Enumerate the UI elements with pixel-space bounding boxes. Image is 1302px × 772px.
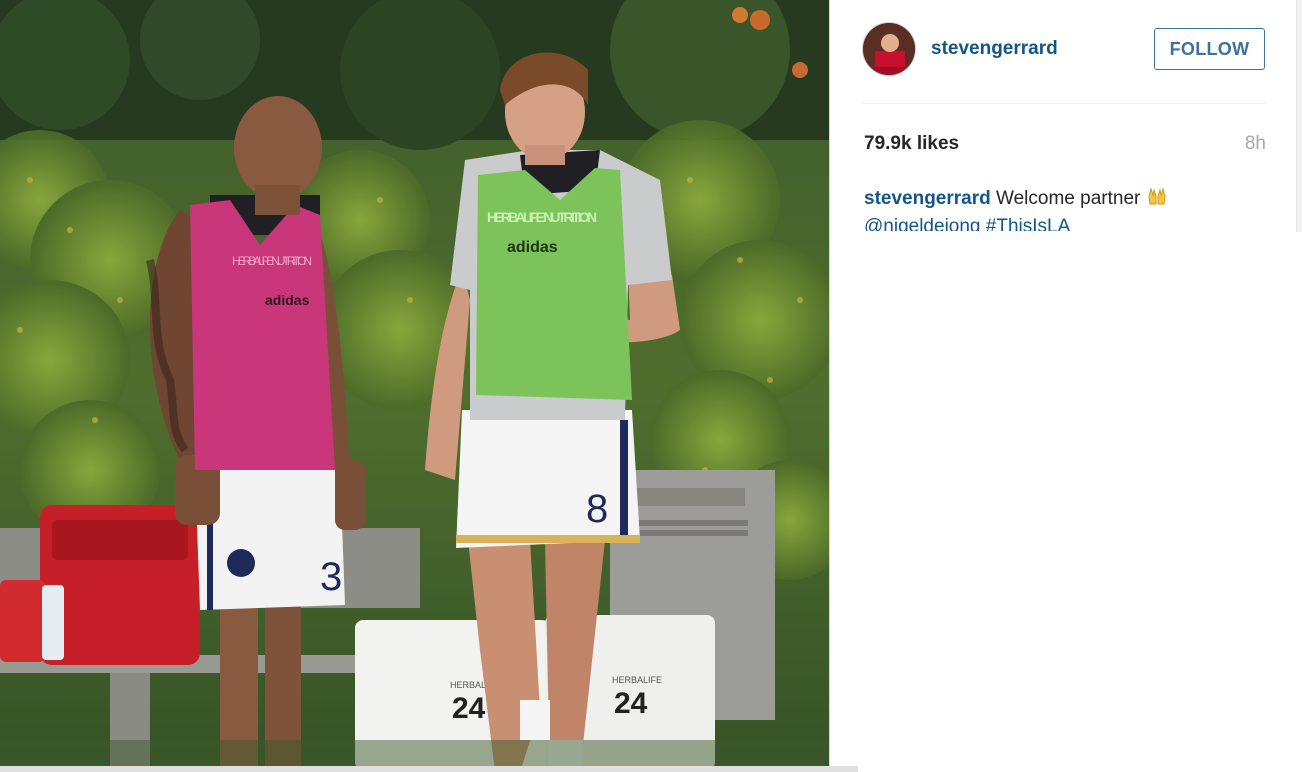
cooler-number-2: 24 (614, 687, 648, 720)
caption-username-link[interactable]: stevengerrard (864, 188, 991, 209)
username-link[interactable]: stevengerrard (931, 38, 1058, 60)
right-bib-sponsor: HERBALIFE NUTRITION (487, 209, 597, 225)
post-header: stevengerrard FOLLOW (862, 22, 1266, 78)
raised-hands-icon (1146, 187, 1168, 214)
avatar[interactable] (862, 22, 916, 76)
left-shorts-number: 3 (320, 555, 342, 599)
left-bib-brand: adidas (265, 292, 310, 308)
post-details-panel: stevengerrard FOLLOW 79.9k likes 8h stev… (830, 0, 1302, 772)
caption-hashtag-link[interactable]: #ThisIsLA (986, 216, 1070, 231)
left-bib-sponsor: HERBALIFE NUTRITION (232, 254, 312, 268)
right-shorts-number: 8 (586, 487, 608, 531)
caption-mention-link[interactable]: @nigeldejong (864, 216, 981, 231)
cooler-number-1: 24 (452, 692, 486, 725)
cooler-label-2: HERBALIFE (612, 675, 662, 685)
likes-count[interactable]: 79.9k likes (864, 133, 959, 155)
header-divider (862, 103, 1266, 104)
scrollbar[interactable] (1296, 0, 1302, 232)
post-caption: stevengerrard Welcome partner @nigeldejo… (864, 186, 1264, 231)
follow-button[interactable]: FOLLOW (1154, 28, 1265, 70)
post-timestamp: 8h (1244, 133, 1266, 154)
right-bib-brand: adidas (507, 239, 558, 256)
caption-text: Welcome partner (996, 188, 1141, 209)
post-photo[interactable]: HERBALIFE 24 HERBALIFE 24 3 HERBALIFE NU… (0, 0, 829, 772)
bottom-edge (0, 766, 858, 772)
